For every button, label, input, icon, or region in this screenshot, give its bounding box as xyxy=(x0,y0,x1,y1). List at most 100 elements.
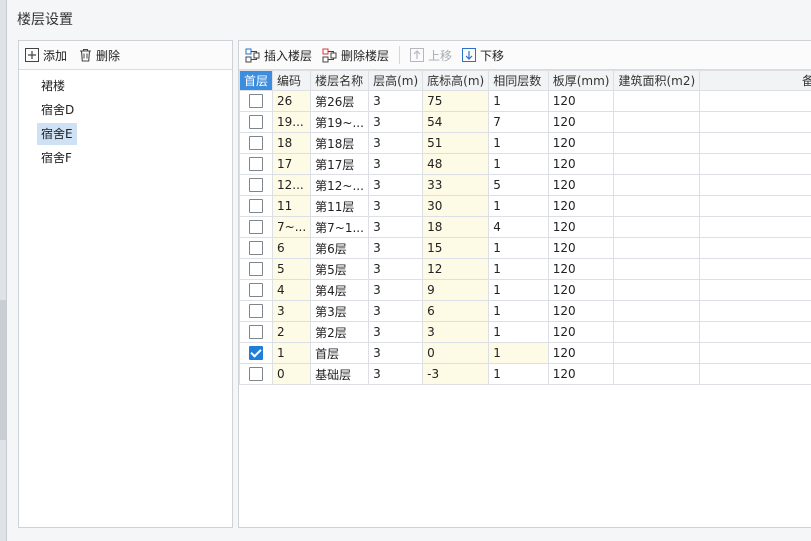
first-floor-checkbox[interactable] xyxy=(249,94,263,109)
building-item[interactable]: 裙楼 xyxy=(37,75,69,97)
first-floor-checkbox[interactable] xyxy=(249,346,263,361)
move-up-button[interactable]: 上移 xyxy=(410,47,452,64)
bottom-elevation-cell[interactable]: 75 xyxy=(422,90,490,112)
same-floor-count-cell[interactable]: 1 xyxy=(488,321,549,343)
floor-code-cell[interactable]: 19... xyxy=(272,111,312,133)
floor-area-cell[interactable] xyxy=(613,195,701,217)
first-floor-checkbox[interactable] xyxy=(249,367,263,382)
floor-code-cell[interactable]: 12... xyxy=(272,174,312,196)
floor-height-cell[interactable]: 3 xyxy=(368,300,424,322)
bottom-elevation-cell[interactable]: 30 xyxy=(422,195,490,217)
column-header-floor-name[interactable]: 楼层名称 xyxy=(310,70,370,91)
floor-area-cell[interactable] xyxy=(613,342,701,364)
floor-area-cell[interactable] xyxy=(613,111,701,133)
insert-floor-button[interactable]: 插入楼层 xyxy=(245,47,312,64)
remarks-cell[interactable] xyxy=(699,195,811,217)
table-row[interactable]: 3 第3层 3 6 1 120 xyxy=(239,300,811,322)
remarks-cell[interactable] xyxy=(699,237,811,259)
slab-thickness-cell[interactable]: 120 xyxy=(547,90,615,112)
slab-thickness-cell[interactable]: 120 xyxy=(547,174,615,196)
slab-thickness-cell[interactable]: 120 xyxy=(547,216,615,238)
remarks-cell[interactable] xyxy=(699,363,811,385)
bottom-elevation-cell[interactable]: 18 xyxy=(422,216,490,238)
slab-thickness-cell[interactable]: 120 xyxy=(547,321,615,343)
remarks-cell[interactable] xyxy=(699,153,811,175)
floor-height-cell[interactable]: 3 xyxy=(368,321,424,343)
slab-thickness-cell[interactable]: 120 xyxy=(547,363,615,385)
same-floor-count-cell[interactable]: 5 xyxy=(488,174,549,196)
first-floor-checkbox[interactable] xyxy=(249,304,263,319)
floor-area-cell[interactable] xyxy=(613,279,701,301)
delete-building-button[interactable]: 删除 xyxy=(79,47,120,64)
floor-height-cell[interactable]: 3 xyxy=(368,342,424,364)
slab-thickness-cell[interactable]: 120 xyxy=(547,237,615,259)
floor-code-cell[interactable]: 7~... xyxy=(272,216,312,238)
column-header-remarks[interactable]: 备 xyxy=(699,70,811,91)
floor-name-cell[interactable]: 基础层 xyxy=(310,363,370,385)
floor-name-cell[interactable]: 第17层 xyxy=(310,153,370,175)
table-row[interactable]: 6 第6层 3 15 1 120 xyxy=(239,237,811,259)
floor-area-cell[interactable] xyxy=(613,90,701,112)
floor-height-cell[interactable]: 3 xyxy=(368,90,424,112)
floor-area-cell[interactable] xyxy=(613,174,701,196)
slab-thickness-cell[interactable]: 120 xyxy=(547,153,615,175)
floor-area-cell[interactable] xyxy=(613,258,701,280)
floor-height-cell[interactable]: 3 xyxy=(368,363,424,385)
remarks-cell[interactable] xyxy=(699,342,811,364)
column-header-first-floor[interactable]: 首层 xyxy=(239,70,274,91)
column-header-bottom-elevation[interactable]: 底标高(m) xyxy=(422,70,490,91)
floor-area-cell[interactable] xyxy=(613,132,701,154)
slab-thickness-cell[interactable]: 120 xyxy=(547,111,615,133)
table-row[interactable]: 0 基础层 3 -3 1 120 xyxy=(239,363,811,385)
bottom-elevation-cell[interactable]: 15 xyxy=(422,237,490,259)
floor-code-cell[interactable]: 5 xyxy=(272,258,312,280)
table-row[interactable]: 4 第4层 3 9 1 120 xyxy=(239,279,811,301)
slab-thickness-cell[interactable]: 120 xyxy=(547,342,615,364)
floor-name-cell[interactable]: 第3层 xyxy=(310,300,370,322)
table-row[interactable]: 26 第26层 3 75 1 120 xyxy=(239,90,811,112)
floor-name-cell[interactable]: 第18层 xyxy=(310,132,370,154)
bottom-elevation-cell[interactable]: 48 xyxy=(422,153,490,175)
same-floor-count-cell[interactable]: 4 xyxy=(488,216,549,238)
column-header-same-floors[interactable]: 相同层数 xyxy=(488,70,549,91)
floor-area-cell[interactable] xyxy=(613,363,701,385)
floor-area-cell[interactable] xyxy=(613,153,701,175)
bottom-elevation-cell[interactable]: 6 xyxy=(422,300,490,322)
bottom-elevation-cell[interactable]: -3 xyxy=(422,363,490,385)
slab-thickness-cell[interactable]: 120 xyxy=(547,300,615,322)
table-row[interactable]: 19... 第19~... 3 54 7 120 xyxy=(239,111,811,133)
floor-code-cell[interactable]: 18 xyxy=(272,132,312,154)
remarks-cell[interactable] xyxy=(699,279,811,301)
same-floor-count-cell[interactable]: 1 xyxy=(488,195,549,217)
floor-name-cell[interactable]: 第11层 xyxy=(310,195,370,217)
table-row[interactable]: 17 第17层 3 48 1 120 xyxy=(239,153,811,175)
floor-area-cell[interactable] xyxy=(613,216,701,238)
floor-name-cell[interactable]: 第19~... xyxy=(310,111,370,133)
remarks-cell[interactable] xyxy=(699,174,811,196)
floor-height-cell[interactable]: 3 xyxy=(368,174,424,196)
building-item[interactable]: 宿舍E xyxy=(37,123,77,145)
first-floor-checkbox[interactable] xyxy=(249,262,263,277)
table-row[interactable]: 2 第2层 3 3 1 120 xyxy=(239,321,811,343)
slab-thickness-cell[interactable]: 120 xyxy=(547,195,615,217)
floor-code-cell[interactable]: 17 xyxy=(272,153,312,175)
floor-code-cell[interactable]: 3 xyxy=(272,300,312,322)
same-floor-count-cell[interactable]: 1 xyxy=(488,153,549,175)
slab-thickness-cell[interactable]: 120 xyxy=(547,132,615,154)
first-floor-checkbox[interactable] xyxy=(249,241,263,256)
floor-height-cell[interactable]: 3 xyxy=(368,132,424,154)
floor-height-cell[interactable]: 3 xyxy=(368,153,424,175)
floor-name-cell[interactable]: 第6层 xyxy=(310,237,370,259)
table-row[interactable]: 7~... 第7~1... 3 18 4 120 xyxy=(239,216,811,238)
floor-code-cell[interactable]: 2 xyxy=(272,321,312,343)
same-floor-count-cell[interactable]: 1 xyxy=(488,279,549,301)
table-row[interactable]: 1 首层 3 0 1 120 xyxy=(239,342,811,364)
slab-thickness-cell[interactable]: 120 xyxy=(547,258,615,280)
column-header-floor-height[interactable]: 层高(m) xyxy=(368,70,424,91)
floor-height-cell[interactable]: 3 xyxy=(368,279,424,301)
floor-code-cell[interactable]: 0 xyxy=(272,363,312,385)
bottom-elevation-cell[interactable]: 12 xyxy=(422,258,490,280)
delete-floor-button[interactable]: 删除楼层 xyxy=(322,47,389,64)
first-floor-checkbox[interactable] xyxy=(249,325,263,340)
floor-area-cell[interactable] xyxy=(613,300,701,322)
